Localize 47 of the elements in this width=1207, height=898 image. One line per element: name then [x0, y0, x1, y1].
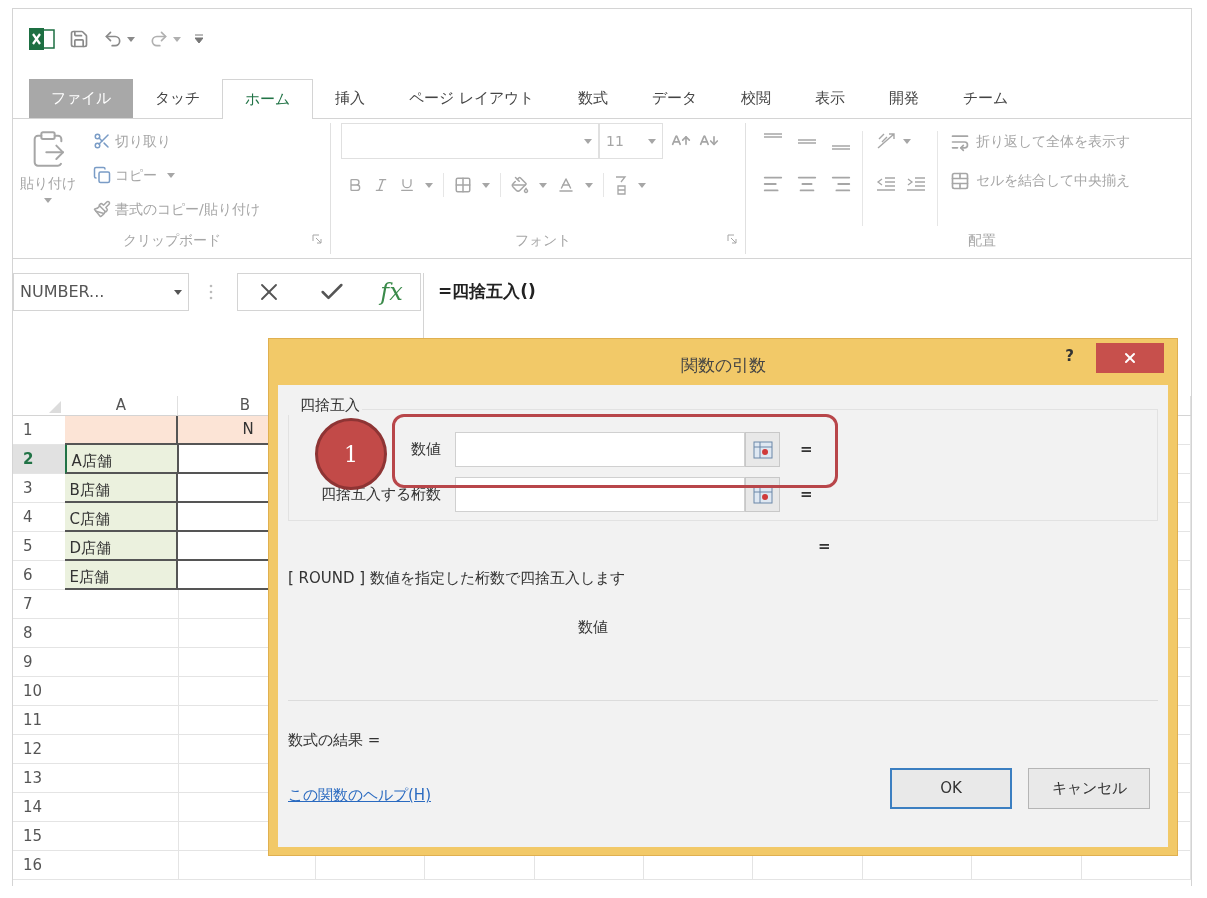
insert-function-button[interactable]: fx — [380, 274, 403, 310]
row-header[interactable]: 15 — [13, 822, 66, 851]
group-label: クリップボード — [122, 230, 221, 250]
formula-result: 数式の結果 = — [288, 730, 381, 751]
table-cell: A店舗 — [65, 445, 179, 474]
table-cell: E店舗 — [65, 561, 179, 590]
name-box[interactable]: NUMBER... — [13, 273, 189, 311]
equals-sign: = — [800, 484, 813, 506]
ribbon-tab[interactable]: 表示 — [792, 79, 867, 118]
row-header[interactable]: 9 — [13, 648, 66, 677]
formula-text[interactable]: =四捨五入() — [438, 281, 536, 301]
function-description: [ ROUND ] 数値を指定した桁数で四捨五入します — [288, 568, 625, 589]
dialog-button[interactable]: キャンセル — [1028, 767, 1150, 809]
group-label: フォント — [515, 230, 571, 250]
help-link[interactable]: この関数のヘルプ(H) — [288, 783, 431, 807]
ribbon-tab[interactable]: 校閲 — [718, 79, 793, 118]
ribbon-tab[interactable]: ページ レイアウト — [387, 79, 556, 118]
dialog-title: 関数の引数 — [680, 354, 766, 377]
ribbon-tab[interactable]: 挿入 — [313, 79, 387, 118]
equals-sign: = — [818, 537, 831, 555]
row-header[interactable]: 13 — [13, 764, 66, 793]
row-header[interactable]: 12 — [13, 735, 66, 764]
table-cell: D店舗 — [65, 532, 179, 561]
row-header[interactable]: 14 — [13, 793, 66, 822]
ribbon-tab[interactable]: ホーム — [222, 79, 313, 119]
argument-label: 数値 — [411, 439, 441, 461]
table-cell: B店舗 — [65, 474, 179, 503]
row-header[interactable]: 10 — [13, 677, 66, 706]
ribbon-tab[interactable]: チーム — [940, 79, 1030, 118]
group-label: 配置 — [968, 230, 996, 250]
row-header[interactable]: 11 — [13, 706, 66, 735]
function-name: 四捨五入 — [288, 395, 362, 415]
ribbon-tab[interactable]: 開発 — [866, 79, 941, 118]
table-cell: C店舗 — [65, 503, 179, 532]
ribbon-tab[interactable]: データ — [629, 79, 719, 118]
column-header[interactable]: A — [65, 396, 178, 415]
argument-description: 数値 — [578, 616, 608, 638]
help-button[interactable]: ? — [1065, 343, 1074, 368]
equals-sign: = — [800, 439, 813, 461]
ribbon-tab[interactable]: タッチ — [133, 79, 222, 118]
row-header[interactable]: 16 — [13, 851, 66, 880]
paste-label: 貼り付け — [20, 174, 76, 193]
ribbon-tab[interactable]: 数式 — [555, 79, 630, 118]
dialog-button[interactable]: OK — [890, 767, 1012, 809]
row-header[interactable]: 2 — [13, 445, 66, 474]
row-header[interactable]: 7 — [13, 590, 66, 619]
row-header[interactable]: 8 — [13, 619, 66, 648]
